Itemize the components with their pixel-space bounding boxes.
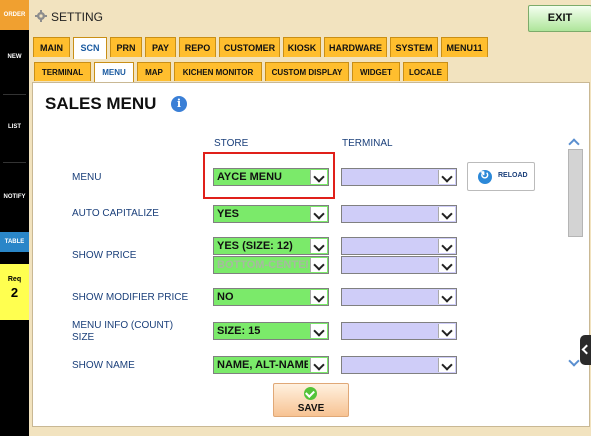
menu-info-store-select[interactable]: SIZE: 15 [213,322,329,340]
chevron-down-icon [438,324,455,338]
new-button[interactable]: NEW [0,54,29,60]
chevron-down-icon [310,290,327,304]
request-count: 2 [10,285,19,300]
chevron-down-icon [310,239,327,253]
tab-kiosk[interactable]: KIOSK [283,37,321,57]
menu-info-store-value: SIZE: 15 [217,325,261,337]
highlight-box [203,152,335,199]
rail-divider [3,94,26,95]
chevron-down-icon [310,258,327,272]
subtab-terminal[interactable]: TERMINAL [34,62,91,81]
show-price-label: SHOW PRICE [72,250,137,261]
scrollbar-thumb[interactable] [568,149,583,237]
menu-terminal-select[interactable] [341,168,457,186]
subtab-custom-display[interactable]: CUSTOM DISPLAY [265,62,349,81]
tab-repo[interactable]: REPO [179,37,216,57]
show-name-store-select[interactable]: NAME, ALT-NAME [213,356,329,374]
exit-button[interactable]: EXIT [528,5,591,32]
chevron-down-icon [310,358,327,372]
chevron-down-icon [438,170,455,184]
tab-scn[interactable]: SCN [73,37,107,59]
show-modifier-price-label: SHOW MODIFIER PRICE [72,292,189,303]
request-counter[interactable]: Req 2 [0,264,29,320]
chevron-down-icon [310,207,327,221]
title-bar: SETTING EXIT [29,0,591,34]
list-button[interactable]: LIST [0,124,29,130]
show-price-position-terminal-select[interactable] [341,256,457,274]
chevron-down-icon [438,358,455,372]
window-title: SETTING [51,10,104,24]
tab-prn[interactable]: PRN [110,37,142,57]
menu-label: MENU [72,172,102,183]
show-price-store-value: YES (SIZE: 12) [217,240,293,252]
subtab-kitchen-monitor[interactable]: KICHEN MONITOR [174,62,262,81]
show-modifier-price-store-value: NO [217,291,234,303]
left-rail: ORDER NEW LIST NOTIFY TABLE Req 2 [0,0,29,436]
save-label: SAVE [297,403,325,414]
subtab-map[interactable]: MAP [137,62,171,81]
info-icon[interactable]: i [171,96,187,112]
check-icon [304,387,317,400]
table-button[interactable]: TABLE [0,232,29,252]
refresh-icon [478,169,492,184]
notify-button[interactable]: NOTIFY [0,194,29,200]
tab-hardware[interactable]: HARDWARE [324,37,387,57]
terminal-column-header: TERMINAL [342,138,393,149]
reload-label: RELOAD [498,172,528,179]
subtab-menu[interactable]: MENU [94,62,134,83]
tab-main[interactable]: MAIN [33,37,70,57]
auto-capitalize-store-value: YES [217,208,240,220]
tab-customer[interactable]: CUSTOMER [219,37,280,57]
gear-icon [35,10,47,22]
menu-info-terminal-select[interactable] [341,322,457,340]
request-label: Req [7,276,22,283]
tab-pay[interactable]: PAY [145,37,176,57]
page-title: SALES MENU [45,94,157,113]
save-button[interactable]: SAVE [273,383,349,417]
tab-system[interactable]: SYSTEM [390,37,438,57]
store-column-header: STORE [214,138,249,149]
tab-menu11[interactable]: MENU11 [441,37,488,57]
show-price-position-value: BOTTOM-CENTER [217,259,308,271]
side-drawer-handle[interactable] [580,335,591,365]
rail-divider [3,162,26,163]
show-price-terminal-select[interactable] [341,237,457,255]
menu-info-label: MENU INFO (COUNT) SIZE [72,320,174,343]
auto-capitalize-terminal-select[interactable] [341,205,457,223]
show-name-store-value: NAME, ALT-NAME [217,359,308,371]
chevron-down-icon [310,324,327,338]
subtab-locale[interactable]: LOCALE [403,62,448,81]
chevron-up-icon[interactable] [569,137,580,145]
show-modifier-price-store-select[interactable]: NO [213,288,329,306]
auto-capitalize-label: AUTO CAPITALIZE [72,208,159,219]
chevron-down-icon [438,258,455,272]
chevron-down-icon [438,290,455,304]
order-button[interactable]: ORDER [0,0,29,30]
bottom-bar [29,427,591,436]
chevron-down-icon[interactable] [569,359,580,367]
reload-button[interactable]: RELOAD [467,162,535,191]
show-name-label: SHOW NAME [72,360,135,371]
chevron-down-icon [438,207,455,221]
show-price-store-select[interactable]: YES (SIZE: 12) [213,237,329,255]
show-modifier-price-terminal-select[interactable] [341,288,457,306]
show-price-position-select[interactable]: BOTTOM-CENTER [213,256,329,274]
chevron-down-icon [438,239,455,253]
auto-capitalize-store-select[interactable]: YES [213,205,329,223]
show-name-terminal-select[interactable] [341,356,457,374]
subtab-widget[interactable]: WIDGET [352,62,400,81]
